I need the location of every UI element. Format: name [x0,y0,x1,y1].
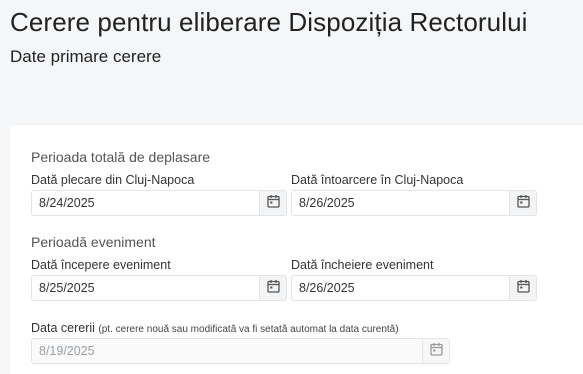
event-end-date-field [291,275,537,301]
request-date-label-text: Data cererii [31,321,95,335]
return-date-label: Dată întoarcere în Cluj-Napoca [291,173,464,187]
event-start-date-label: Dată începere eveniment [31,258,171,272]
request-date-calendar-button [422,339,449,363]
return-date-input[interactable] [292,191,509,215]
calendar-icon [266,279,280,298]
departure-date-input[interactable] [32,191,259,215]
event-start-date-input[interactable] [32,276,259,300]
page: Cerere pentru eliberare Dispoziția Recto… [0,0,583,374]
event-end-date-calendar-button[interactable] [509,276,536,300]
calendar-icon [516,279,530,298]
request-date-field [31,338,450,364]
event-start-date-calendar-button[interactable] [259,276,286,300]
calendar-icon [429,342,443,361]
total-period-section-label: Perioada totală de deplasare [31,149,211,165]
event-period-section-label: Perioadă eveniment [31,234,156,250]
departure-date-label: Dată plecare din Cluj-Napoca [31,173,195,187]
return-date-calendar-button[interactable] [509,191,536,215]
calendar-icon [266,194,280,213]
page-title: Cerere pentru eliberare Dispoziția Recto… [10,7,528,37]
calendar-icon [516,194,530,213]
request-date-hint: (pt. cerere nouă sau modificată va fi se… [98,324,399,335]
event-end-date-input[interactable] [292,276,509,300]
page-subtitle: Date primare cerere [10,47,162,66]
request-date-input [32,339,422,363]
event-end-date-label: Dată încheiere eveniment [291,258,434,272]
departure-date-calendar-button[interactable] [259,191,286,215]
request-form-card: Perioada totală de deplasare Dată plecar… [10,125,583,374]
departure-date-field [31,190,287,216]
event-start-date-field [31,275,287,301]
return-date-field [291,190,537,216]
request-date-label: Data cererii (pt. cerere nouă sau modifi… [31,321,399,335]
